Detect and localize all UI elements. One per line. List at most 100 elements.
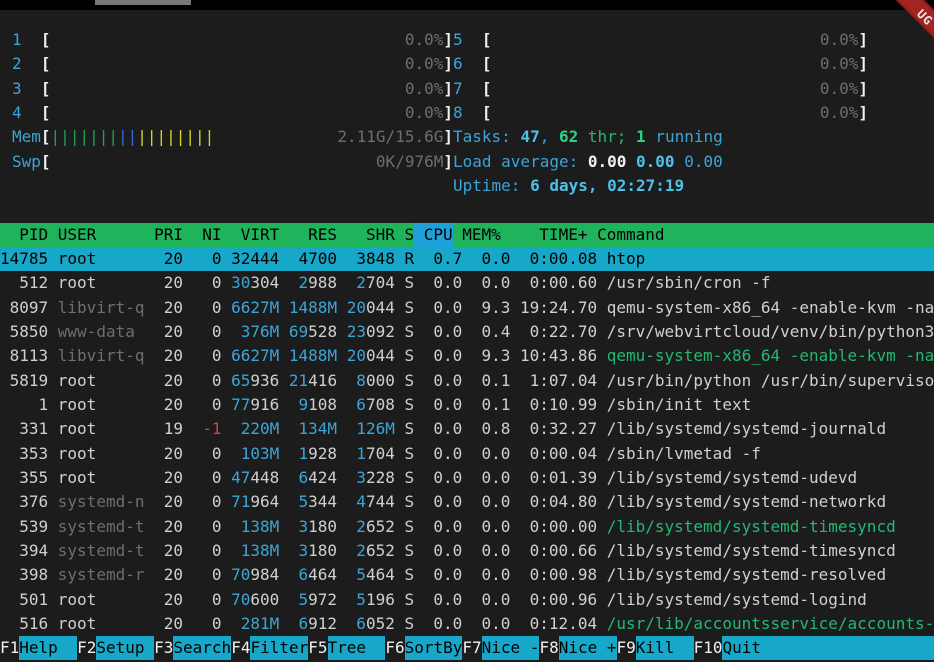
process-nice: 0 xyxy=(193,296,222,320)
process-nice: 0 xyxy=(193,466,222,490)
process-command: /lib/systemd/systemd-timesyncd xyxy=(607,515,934,539)
swap-meter: Swp[0K/976M] xyxy=(12,150,453,174)
function-key-bar: F1HelpF2SetupF3SearchF4FilterF5TreeF6Sor… xyxy=(0,636,934,660)
process-user: systemd-t xyxy=(58,515,145,539)
process-nice: 0 xyxy=(193,539,222,563)
process-row[interactable]: 5850www-data200376M6952823092S0.00.40:22… xyxy=(0,320,934,344)
meters-header: 1[0.0%]2[0.0%]3[0.0%]4[0.0%]Mem[||||||||… xyxy=(0,28,934,198)
process-nice: 0 xyxy=(193,515,222,539)
cpu-meter-6: 6[0.0%] xyxy=(453,52,868,76)
column-header-pid[interactable]: PID xyxy=(0,223,48,247)
column-header-time[interactable]: TIME+ xyxy=(510,223,587,247)
process-nice: -1 xyxy=(193,417,222,441)
swap-meter-bar: 0K/976M xyxy=(51,150,444,174)
column-header-virt[interactable]: VIRT xyxy=(231,223,279,247)
meters-column-left: 1[0.0%]2[0.0%]3[0.0%]4[0.0%]Mem[||||||||… xyxy=(0,28,453,198)
process-user: root xyxy=(58,393,145,417)
memory-meter-bar: |||||||||||||||||2.11G/15.6G xyxy=(51,125,444,149)
cpu-meter-1: 1[0.0%] xyxy=(12,28,453,52)
fkey-f5[interactable]: F5Tree xyxy=(308,636,385,660)
process-row[interactable]: 539systemd-t200138M31802652S0.00.00:00.0… xyxy=(0,515,934,539)
process-command: /lib/systemd/systemd-udevd xyxy=(607,466,934,490)
fkey-f2[interactable]: F2Setup xyxy=(77,636,154,660)
process-row[interactable]: 512root2003030429882704S0.00.00:00.60/us… xyxy=(0,271,934,295)
column-header-s[interactable]: S xyxy=(404,223,414,247)
cpu-meter-5: 5[0.0%] xyxy=(453,28,868,52)
cpu-meter-3-bar: 0.0% xyxy=(51,77,444,101)
process-nice: 0 xyxy=(193,344,222,368)
cpu-meter-8-bar: 0.0% xyxy=(492,101,859,125)
process-user: root xyxy=(58,247,145,271)
process-row[interactable]: 516root200281M69126052S0.00.00:12.04/usr… xyxy=(0,612,934,636)
process-command: /lib/systemd/systemd-networkd xyxy=(607,490,934,514)
cpu-meter-3: 3[0.0%] xyxy=(12,77,453,101)
process-row[interactable]: 353root200103M19281704S0.00.00:00.04/sbi… xyxy=(0,442,934,466)
process-command: qemu-system-x86_64 -enable-kvm -na xyxy=(607,296,934,320)
column-header-mem[interactable]: MEM% xyxy=(462,223,501,247)
process-row[interactable]: 501root2007060059725196S0.00.00:00.96/li… xyxy=(0,588,934,612)
process-command: /lib/systemd/systemd-logind xyxy=(607,588,934,612)
process-user: root xyxy=(58,442,145,466)
process-row[interactable]: 14785root2003244447003848R0.70.00:00.08h… xyxy=(0,247,934,271)
process-row[interactable]: 398systemd-r2007098464645464S0.00.00:00.… xyxy=(0,563,934,587)
uptime: Uptime: 6 days, 02:27:19 xyxy=(453,174,868,198)
process-row[interactable]: 1root2007791691086708S0.00.10:10.99/sbin… xyxy=(0,393,934,417)
meters-column-right: 5[0.0%]6[0.0%]7[0.0%]8[0.0%]Tasks: 47, 6… xyxy=(453,28,934,198)
process-user: root xyxy=(58,588,145,612)
fkey-f10[interactable]: F10Quit xyxy=(694,636,934,660)
process-row[interactable]: 394systemd-t200138M31802652S0.00.00:00.6… xyxy=(0,539,934,563)
process-command: htop xyxy=(607,247,934,271)
process-user: root xyxy=(58,612,145,636)
process-nice: 0 xyxy=(193,588,222,612)
cpu-meter-4: 4[0.0%] xyxy=(12,101,453,125)
process-nice: 0 xyxy=(193,393,222,417)
fkey-f3[interactable]: F3Search xyxy=(154,636,231,660)
cpu-meter-1-bar: 0.0% xyxy=(51,28,444,52)
process-user: libvirt-q xyxy=(58,296,145,320)
process-nice: 0 xyxy=(193,369,222,393)
fkey-f4[interactable]: F4Filter xyxy=(231,636,308,660)
process-command: /lib/systemd/systemd-resolved xyxy=(607,563,934,587)
process-user: systemd-n xyxy=(58,490,145,514)
process-user: systemd-t xyxy=(58,539,145,563)
column-header-shr[interactable]: SHR xyxy=(347,223,395,247)
fkey-f8[interactable]: F8Nice + xyxy=(539,636,616,660)
table-header-row: PID USER PRI NI VIRT RES SHR SCPU% MEM% TIME+ Comm… xyxy=(0,223,934,247)
process-command: /usr/sbin/cron -f xyxy=(607,271,934,295)
process-row[interactable]: 355root2004744864243228S0.00.00:01.39/li… xyxy=(0,466,934,490)
fkey-f1[interactable]: F1Help xyxy=(0,636,77,660)
process-nice: 0 xyxy=(193,490,222,514)
process-command: /usr/lib/accountsservice/accounts- xyxy=(607,612,934,636)
fkey-f6[interactable]: F6SortBy xyxy=(385,636,462,660)
process-nice: 0 xyxy=(193,320,222,344)
process-command: /lib/systemd/systemd-journald xyxy=(607,417,934,441)
process-table: PID USER PRI NI VIRT RES SHR SCPU% MEM% TIME+ Comm… xyxy=(0,223,934,637)
fkey-f9[interactable]: F9Kill xyxy=(617,636,694,660)
fkey-f7[interactable]: F7Nice - xyxy=(462,636,539,660)
cpu-meter-6-bar: 0.0% xyxy=(492,52,859,76)
column-header-pri[interactable]: PRI xyxy=(154,223,183,247)
process-nice: 0 xyxy=(193,442,222,466)
process-row[interactable]: 331root19-1220M134M126MS0.00.80:32.27/li… xyxy=(0,417,934,441)
process-user: systemd-r xyxy=(58,563,145,587)
cpu-meter-4-bar: 0.0% xyxy=(51,101,444,125)
cpu-meter-5-bar: 0.0% xyxy=(492,28,859,52)
column-header-cpu[interactable]: CPU% xyxy=(414,223,453,247)
process-row[interactable]: 376systemd-n2007196453444744S0.00.00:04.… xyxy=(0,490,934,514)
cpu-meter-2: 2[0.0%] xyxy=(12,52,453,76)
process-row[interactable]: 8097libvirt-q2006627M1488M20044S0.09.319… xyxy=(0,296,934,320)
cpu-meter-7-bar: 0.0% xyxy=(492,77,859,101)
column-header-res[interactable]: RES xyxy=(289,223,337,247)
process-user: root xyxy=(58,466,145,490)
column-header-cmd[interactable]: Command xyxy=(597,223,934,247)
process-user: www-data xyxy=(58,320,145,344)
process-row[interactable]: 5819root20065936214168000S0.00.11:07.04/… xyxy=(0,369,934,393)
process-command: qemu-system-x86_64 -enable-kvm -na xyxy=(607,344,934,368)
cpu-meter-7: 7[0.0%] xyxy=(453,77,868,101)
column-header-ni[interactable]: NI xyxy=(193,223,222,247)
load-average: Load average: 0.00 0.00 0.00 xyxy=(453,150,868,174)
column-header-user[interactable]: USER xyxy=(58,223,145,247)
process-command: /sbin/init text xyxy=(607,393,934,417)
process-row[interactable]: 8113libvirt-q2006627M1488M20044S0.09.310… xyxy=(0,344,934,368)
process-nice: 0 xyxy=(193,563,222,587)
